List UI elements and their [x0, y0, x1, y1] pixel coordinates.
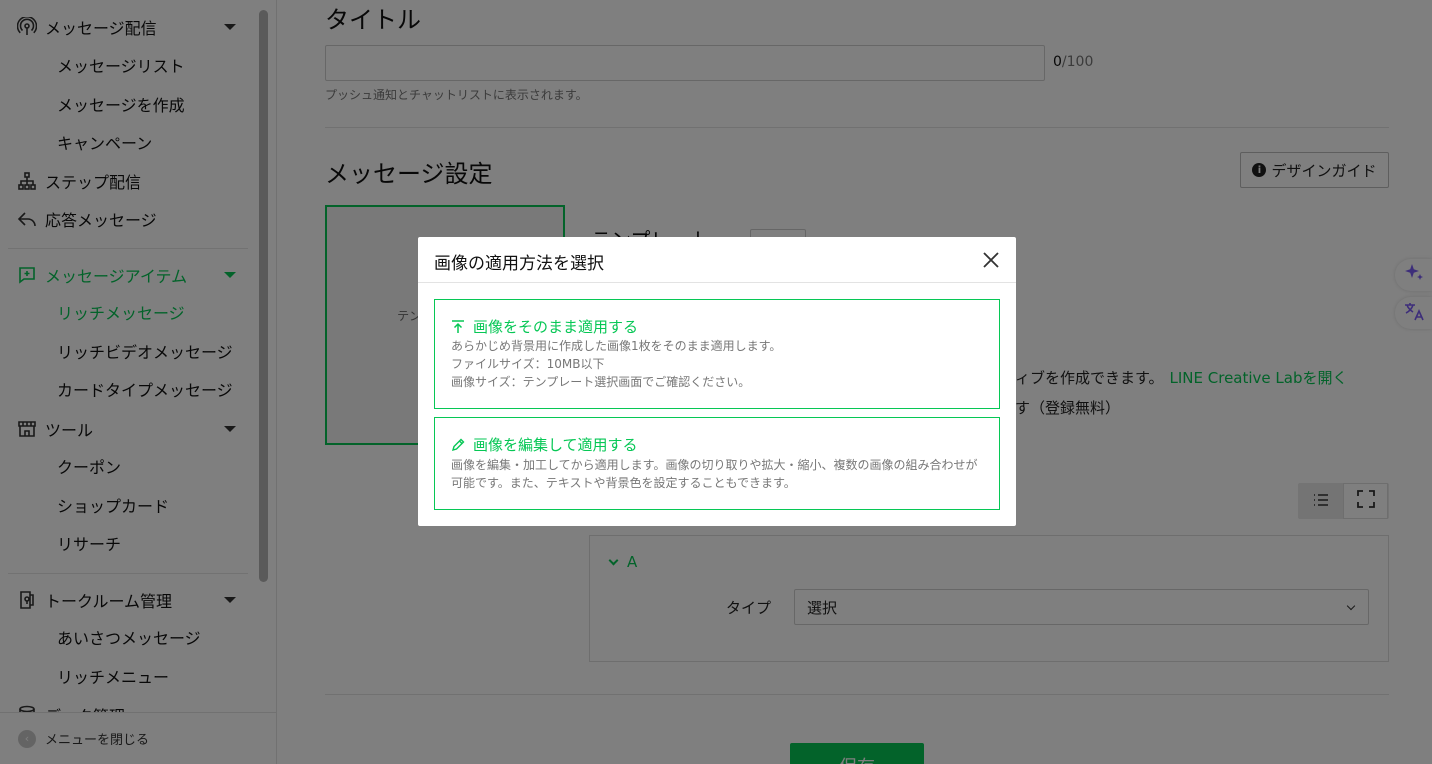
- option-title: 画像をそのまま適用する: [473, 318, 639, 336]
- pencil-icon: [451, 438, 465, 452]
- option-description: 画像を編集・加工してから適用します。画像の切り取りや拡大・縮小、複数の画像の組み…: [451, 458, 978, 472]
- apply-image-as-is-option[interactable]: 画像をそのまま適用する あらかじめ背景用に作成した画像1枚をそのまま適用します。…: [434, 299, 1000, 409]
- option-description: ファイルサイズ：10MB以下: [451, 357, 605, 371]
- edit-and-apply-image-option[interactable]: 画像を編集して適用する 画像を編集・加工してから適用します。画像の切り取りや拡大…: [434, 417, 1000, 510]
- option-description: 画像サイズ：テンプレート選択画面でご確認ください。: [451, 375, 751, 389]
- dialog-title: 画像の適用方法を選択: [434, 254, 604, 274]
- option-title: 画像を編集して適用する: [473, 436, 638, 454]
- close-icon[interactable]: [981, 250, 1001, 270]
- apply-image-method-dialog: 画像の適用方法を選択 画像をそのまま適用する あらかじめ背景用に作成した画像1枚…: [418, 237, 1016, 526]
- option-description: 可能です。また、テキストや背景色を設定することもできます。: [451, 476, 796, 490]
- upload-icon: [451, 319, 465, 334]
- dialog-header: 画像の適用方法を選択: [418, 237, 1016, 283]
- option-description: あらかじめ背景用に作成した画像1枚をそのまま適用します。: [451, 339, 782, 353]
